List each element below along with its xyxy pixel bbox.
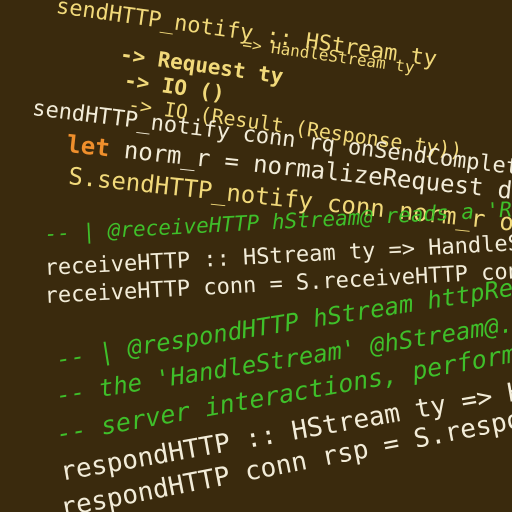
code-editor-view: sendHTTP_notify :: HStream ty => HandleS…	[0, 0, 512, 512]
keyword-let: let	[65, 130, 112, 163]
